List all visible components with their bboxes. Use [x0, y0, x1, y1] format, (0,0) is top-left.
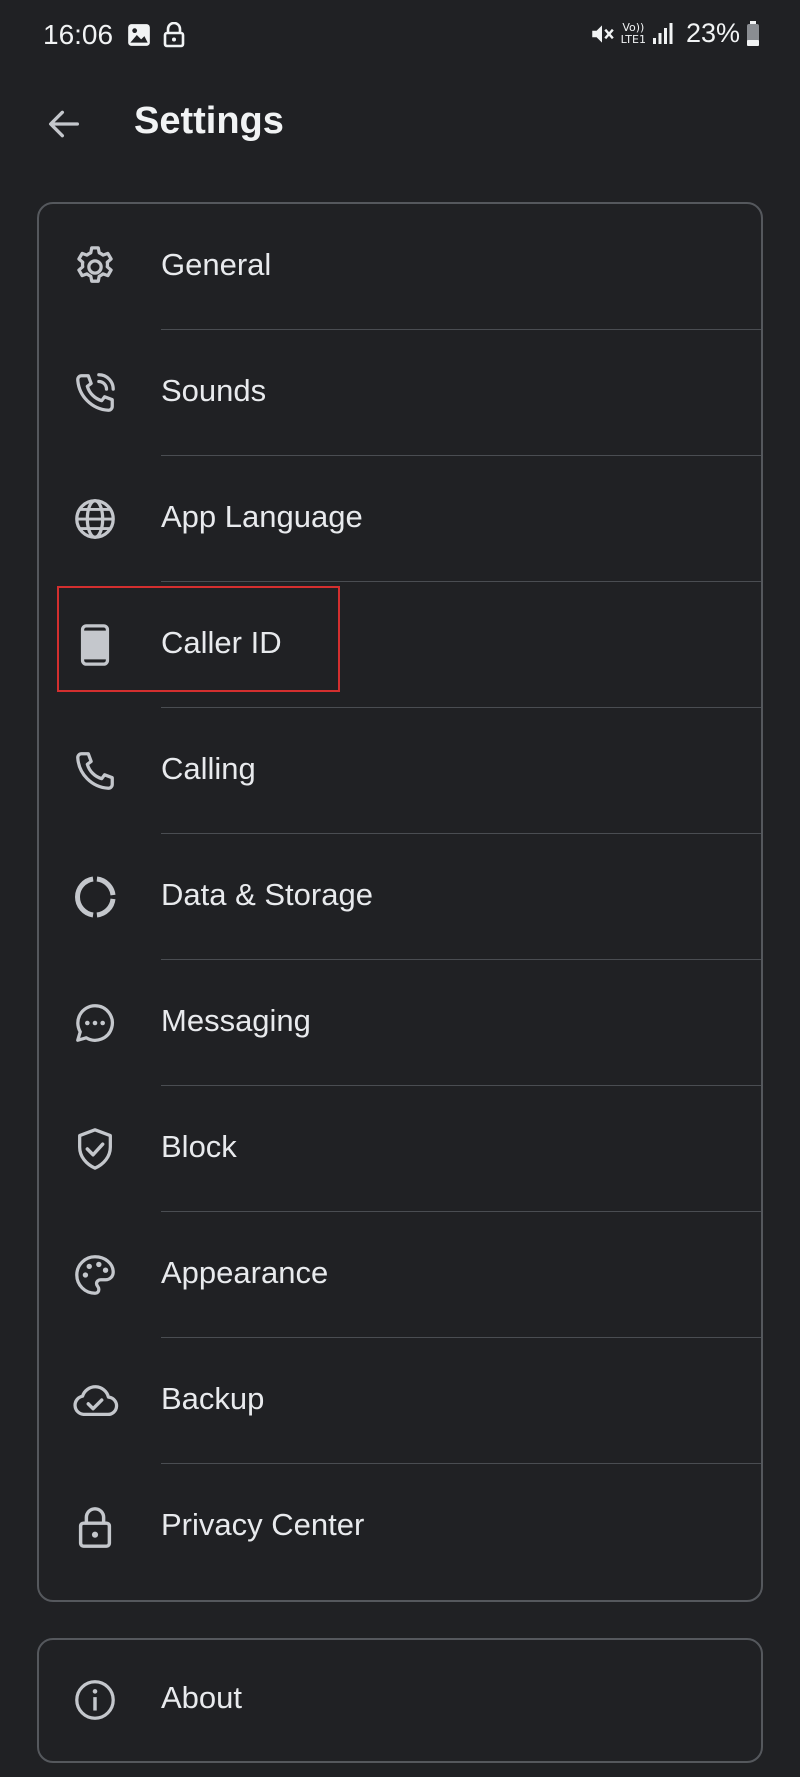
back-button[interactable]	[38, 98, 90, 150]
settings-item-label: Privacy Center	[161, 1507, 365, 1542]
settings-item-backup[interactable]: Backup	[39, 1338, 761, 1464]
settings-item-label: Messaging	[161, 1003, 311, 1038]
page-title: Settings	[134, 100, 284, 142]
info-icon	[69, 1674, 121, 1726]
battery-icon	[746, 20, 760, 47]
cloud-check-icon	[69, 1375, 121, 1427]
status-bar: 16:06 Vo)) LTE1 23%	[0, 0, 800, 74]
settings-item-about[interactable]: About	[39, 1640, 761, 1761]
settings-item-label: About	[161, 1680, 243, 1715]
settings-item-label: Sounds	[161, 373, 267, 408]
mute-icon	[589, 21, 615, 47]
settings-item-privacy-center[interactable]: Privacy Center	[39, 1464, 761, 1590]
status-right-icons: Vo)) LTE1 23%	[589, 18, 760, 49]
settings-item-label: Caller ID	[161, 625, 282, 660]
phone-icon	[69, 745, 121, 797]
donut-chart-icon	[69, 871, 121, 923]
lock-icon	[162, 22, 186, 48]
phone-ringing-icon	[69, 367, 121, 419]
globe-icon	[69, 493, 121, 545]
settings-item-label: Backup	[161, 1381, 265, 1416]
lte-label: LTE1	[620, 32, 646, 46]
padlock-icon	[69, 1501, 121, 1553]
settings-item-label: General	[161, 247, 272, 282]
network-type: Vo)) LTE1	[620, 20, 646, 46]
volte-label: Vo))	[622, 20, 645, 34]
shield-check-icon	[69, 1123, 121, 1175]
settings-item-caller-id[interactable]: Caller ID	[39, 582, 761, 708]
status-left-icons	[126, 22, 186, 48]
settings-item-sounds[interactable]: Sounds	[39, 330, 761, 456]
settings-item-label: Block	[161, 1129, 237, 1164]
app-bar: Settings	[0, 74, 800, 174]
settings-item-data-storage[interactable]: Data & Storage	[39, 834, 761, 960]
settings-item-calling[interactable]: Calling	[39, 708, 761, 834]
smartphone-icon	[69, 619, 121, 671]
settings-item-label: Data & Storage	[161, 877, 373, 912]
signal-icon	[652, 22, 674, 46]
settings-item-messaging[interactable]: Messaging	[39, 960, 761, 1086]
settings-item-general[interactable]: General	[39, 204, 761, 330]
about-card: About	[37, 1638, 763, 1763]
settings-item-label: Appearance	[161, 1255, 329, 1290]
settings-item-label: App Language	[161, 499, 363, 534]
battery-percent: 23%	[685, 18, 740, 48]
palette-icon	[69, 1249, 121, 1301]
status-time: 16:06	[43, 19, 114, 50]
chat-bubble-icon	[69, 997, 121, 1049]
image-icon	[126, 22, 152, 48]
settings-item-label: Calling	[161, 751, 256, 786]
back-arrow-icon	[44, 104, 84, 144]
gear-icon	[69, 241, 121, 293]
settings-list-card: General Sounds App Language Caller ID Ca…	[37, 202, 763, 1602]
settings-item-block[interactable]: Block	[39, 1086, 761, 1212]
settings-item-appearance[interactable]: Appearance	[39, 1212, 761, 1338]
settings-item-app-language[interactable]: App Language	[39, 456, 761, 582]
